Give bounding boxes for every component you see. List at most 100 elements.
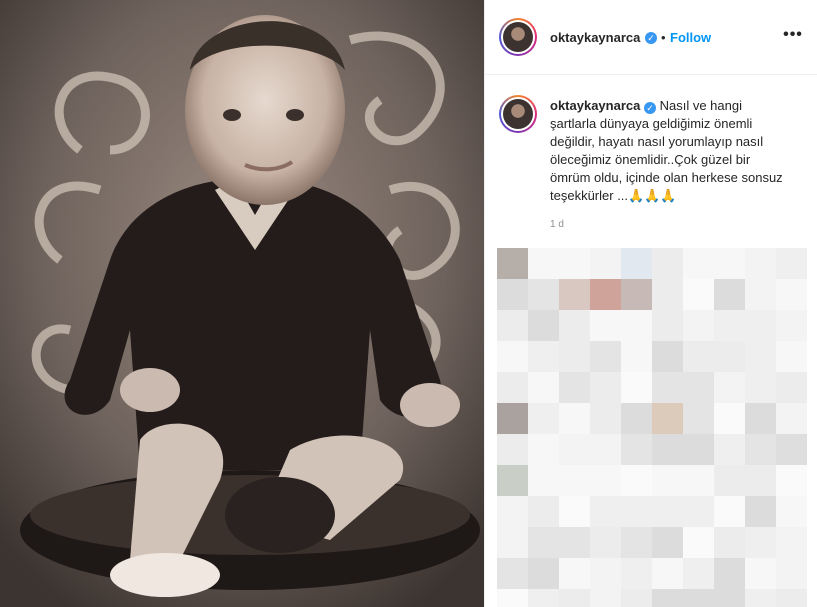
blur-tile <box>652 341 683 372</box>
blur-tile <box>714 403 745 434</box>
blur-tile <box>528 372 559 403</box>
blur-tile <box>652 527 683 558</box>
post-timestamp[interactable]: 1 d <box>550 219 564 230</box>
blur-tile <box>621 372 652 403</box>
blur-tile <box>497 558 528 589</box>
blur-tile <box>776 558 807 589</box>
blur-tile <box>714 589 745 607</box>
blur-tile <box>683 341 714 372</box>
blur-tile <box>776 279 807 310</box>
blur-tile <box>745 403 776 434</box>
blur-tile <box>559 434 590 465</box>
blur-tile <box>590 279 621 310</box>
blur-tile <box>745 465 776 496</box>
blur-tile <box>745 589 776 607</box>
blur-tile <box>652 248 683 279</box>
blur-tile <box>528 279 559 310</box>
blur-tile <box>590 496 621 527</box>
caption-body: Nasıl ve hangi şartlarla dünyaya geldiği… <box>550 98 783 203</box>
blur-tile <box>776 496 807 527</box>
blur-tile <box>776 434 807 465</box>
blur-tile <box>621 279 652 310</box>
blur-tile <box>745 434 776 465</box>
separator-dot: • <box>661 30 666 45</box>
blur-tile <box>652 372 683 403</box>
blur-tile <box>621 465 652 496</box>
blur-tile <box>776 527 807 558</box>
blur-tile <box>497 465 528 496</box>
blur-tile <box>652 310 683 341</box>
blur-tile <box>745 279 776 310</box>
blur-tile <box>528 496 559 527</box>
blur-tile <box>683 589 714 607</box>
blur-tile <box>559 279 590 310</box>
blur-tile <box>745 496 776 527</box>
blur-tile <box>497 589 528 607</box>
blur-tile <box>590 434 621 465</box>
blur-tile <box>528 589 559 607</box>
blur-tile <box>714 465 745 496</box>
caption-username-link[interactable]: oktaykaynarca <box>550 98 640 113</box>
blur-tile <box>652 279 683 310</box>
blur-tile <box>745 527 776 558</box>
blur-tile <box>559 372 590 403</box>
blur-tile <box>776 372 807 403</box>
blur-tile <box>590 558 621 589</box>
blur-tile <box>621 248 652 279</box>
blur-tile <box>745 310 776 341</box>
blur-tile <box>497 496 528 527</box>
blur-tile <box>497 403 528 434</box>
blur-tile <box>590 465 621 496</box>
blur-tile <box>683 372 714 403</box>
blur-tile <box>559 403 590 434</box>
blur-tile <box>528 465 559 496</box>
blur-tile <box>776 341 807 372</box>
blur-tile <box>714 310 745 341</box>
username-link[interactable]: oktaykaynarca <box>550 30 640 45</box>
blur-tile <box>528 341 559 372</box>
avatar[interactable] <box>503 99 533 129</box>
blur-tile <box>621 589 652 607</box>
blur-tile <box>528 434 559 465</box>
blur-tile <box>528 527 559 558</box>
post-header: oktaykaynarca ✓ • Follow ••• <box>485 0 817 75</box>
verified-badge-icon: ✓ <box>645 32 657 44</box>
blur-tile <box>652 403 683 434</box>
blur-tile <box>497 434 528 465</box>
blur-tile <box>683 496 714 527</box>
blur-tile <box>714 372 745 403</box>
blur-tile <box>683 279 714 310</box>
blur-tile <box>745 341 776 372</box>
blur-tile <box>497 248 528 279</box>
blur-tile <box>590 589 621 607</box>
caption-verified-badge-icon: ✓ <box>643 102 656 114</box>
blur-tile <box>714 527 745 558</box>
blur-tile <box>559 341 590 372</box>
blur-tile <box>745 558 776 589</box>
blur-tile <box>590 341 621 372</box>
blur-tile <box>776 403 807 434</box>
profile-avatar-ring[interactable] <box>499 18 537 56</box>
follow-button[interactable]: Follow <box>670 30 711 45</box>
blur-tile <box>590 403 621 434</box>
blur-tile <box>621 496 652 527</box>
blur-tile <box>497 310 528 341</box>
more-options-icon[interactable]: ••• <box>783 27 803 47</box>
blur-tile <box>528 310 559 341</box>
blur-tile <box>497 341 528 372</box>
caption-avatar-ring[interactable] <box>499 95 537 133</box>
blur-tile <box>714 434 745 465</box>
blur-tile <box>714 248 745 279</box>
blur-tile <box>714 558 745 589</box>
blur-tile <box>745 372 776 403</box>
avatar[interactable] <box>503 22 533 52</box>
blur-tile <box>652 558 683 589</box>
blur-tile <box>528 558 559 589</box>
blur-tile <box>528 403 559 434</box>
blur-tile <box>776 310 807 341</box>
blur-tile <box>776 589 807 607</box>
blur-tile <box>714 341 745 372</box>
blur-tile <box>776 248 807 279</box>
post-photo[interactable] <box>0 0 484 607</box>
blur-tile <box>559 527 590 558</box>
